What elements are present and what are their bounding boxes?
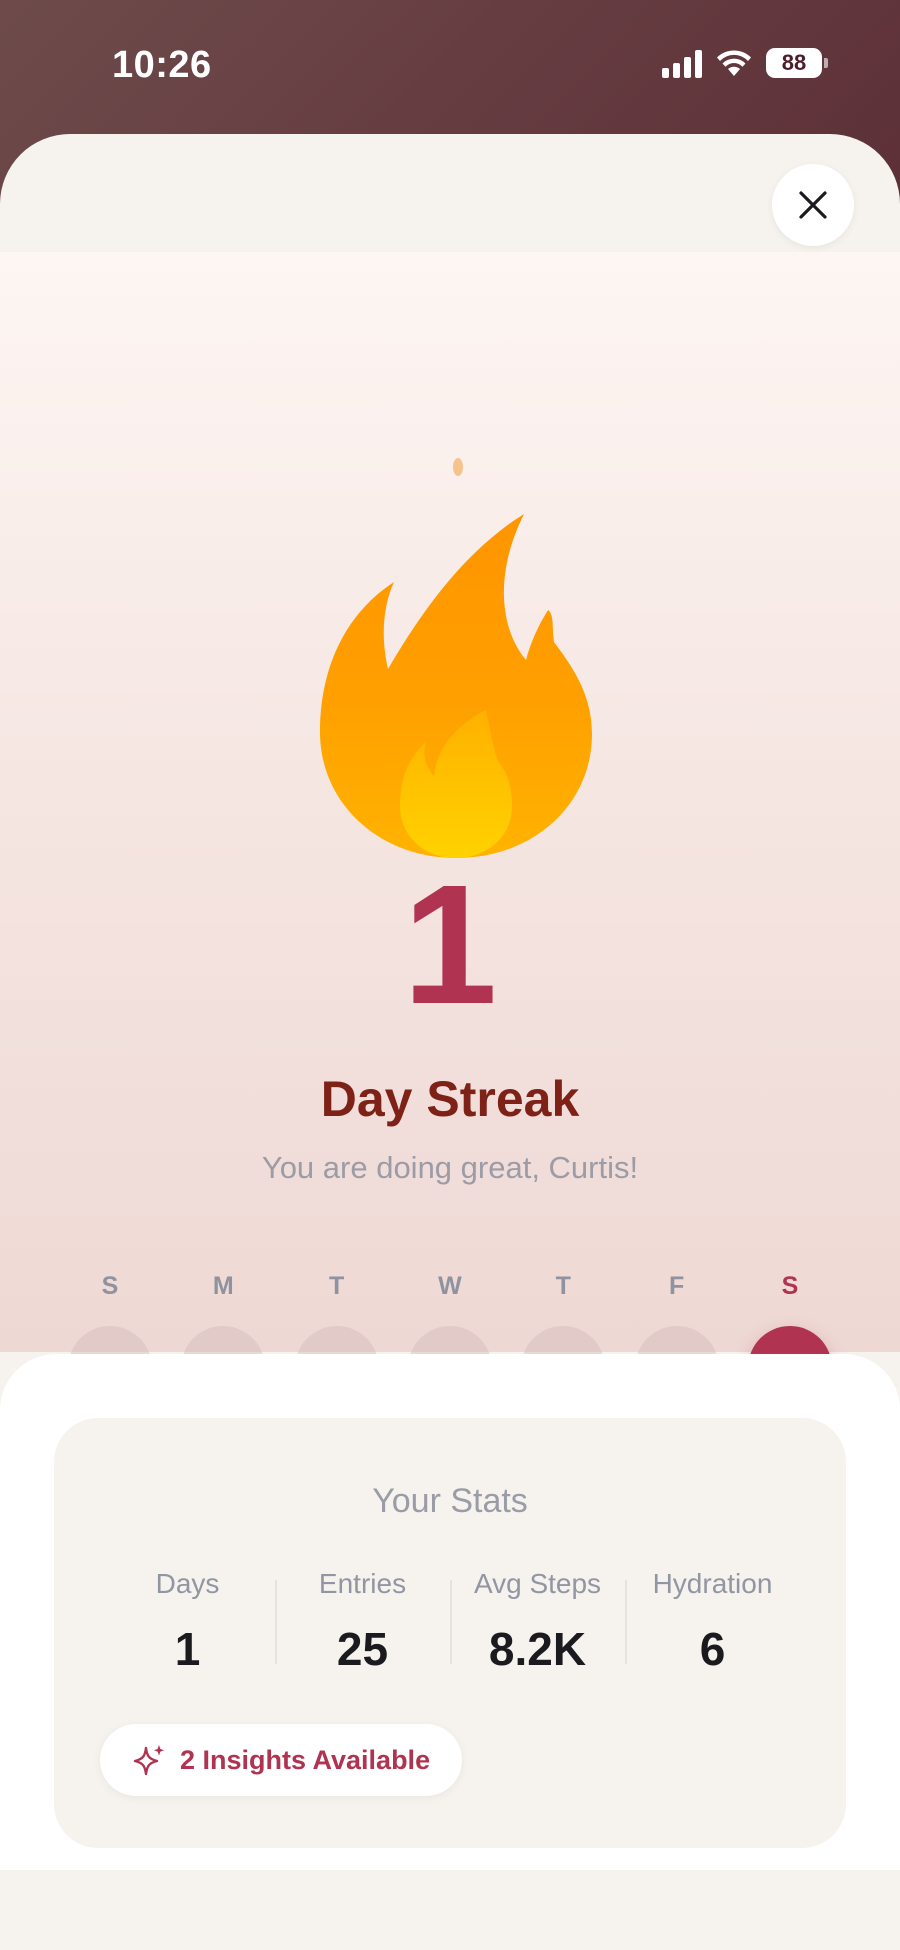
stat-label: Days: [155, 1568, 220, 1599]
stat-avg-steps: Avg Steps 8.2K: [450, 1568, 625, 1676]
stats-row: Days 1 Entries 25 Avg Steps 8.2K Hydrati…: [100, 1568, 800, 1676]
battery-level: 88: [781, 50, 807, 75]
stat-hydration: Hydration 6: [625, 1568, 800, 1676]
streak-hero: 1 Day Streak You are doing great, Curtis…: [0, 252, 900, 1410]
streak-title: Day Streak: [320, 1071, 580, 1127]
day-letter: F: [669, 1272, 685, 1300]
day-letter: T: [329, 1272, 345, 1300]
streak-count: 1: [402, 850, 498, 1040]
stat-label: Entries: [318, 1568, 407, 1599]
stat-value: 6: [699, 1623, 726, 1675]
stat-days: Days 1: [100, 1568, 275, 1676]
close-icon: [799, 191, 827, 219]
stat-value: 25: [336, 1623, 389, 1675]
status-time: 10:26: [112, 44, 212, 86]
stat-value: 1: [174, 1623, 201, 1675]
day-letter: W: [438, 1272, 462, 1300]
close-button[interactable]: [772, 164, 854, 246]
stats-panel: Your Stats Days 1 Entries 25 Avg Steps 8…: [0, 1354, 900, 1870]
insights-label: 2 Insights Available: [180, 1744, 431, 1775]
streak-sheet: 1 Day Streak You are doing great, Curtis…: [0, 134, 900, 1950]
status-icons: 88: [662, 48, 828, 78]
battery-icon: 88: [766, 48, 828, 78]
insights-button[interactable]: 2 Insights Available: [100, 1724, 463, 1796]
flame-icon: [320, 514, 592, 858]
stat-label: Hydration: [652, 1568, 773, 1599]
sparkle-icon: [133, 1745, 164, 1776]
stats-card: Your Stats Days 1 Entries 25 Avg Steps 8…: [54, 1418, 846, 1848]
day-letter: S: [101, 1272, 119, 1300]
stat-value: 8.2K: [488, 1623, 587, 1675]
ember-spark: [453, 458, 463, 476]
cellular-signal-icon: [662, 48, 702, 78]
stat-label: Avg Steps: [473, 1568, 602, 1599]
day-letter-today: S: [781, 1272, 799, 1300]
stats-title: Your Stats: [372, 1482, 528, 1520]
day-letter: T: [555, 1272, 571, 1300]
wifi-icon: [717, 50, 751, 76]
streak-subtitle: You are doing great, Curtis!: [261, 1150, 639, 1185]
status-bar: 10:26 88: [0, 0, 900, 130]
stat-entries: Entries 25: [275, 1568, 450, 1676]
day-letter: M: [212, 1272, 234, 1300]
